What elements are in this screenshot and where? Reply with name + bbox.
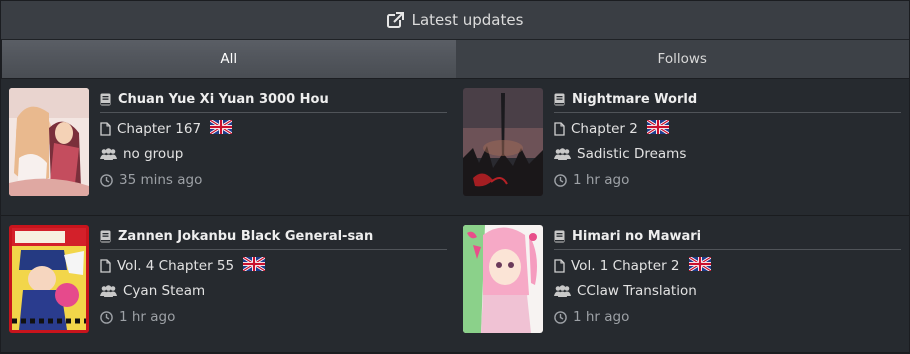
update-time: 1 hr ago (554, 309, 629, 325)
update-time: 35 mins ago (100, 172, 202, 188)
scanlation-group[interactable]: Cyan Steam (100, 283, 205, 299)
manga-title[interactable]: Zannen Jokanbu Black General-san (100, 224, 447, 250)
scanlation-group[interactable]: no group (100, 146, 183, 162)
uk-flag-icon (242, 255, 266, 275)
update-card: Chuan Yue Xi Yuan 3000 Hou Chapter 167 n… (1, 79, 447, 215)
panel-title: Latest updates (411, 11, 524, 29)
file-icon (554, 259, 565, 273)
chapter-text: Chapter 167 (117, 121, 202, 137)
manga-title[interactable]: Nightmare World (554, 87, 901, 113)
group-text: Sadistic Dreams (577, 146, 687, 162)
users-icon (554, 148, 571, 160)
manga-title-text: Himari no Mawari (572, 229, 702, 244)
chapter-link[interactable]: Chapter 2 (554, 118, 670, 138)
tab-all[interactable]: All (1, 40, 456, 78)
book-icon (554, 93, 565, 106)
manga-title[interactable]: Chuan Yue Xi Yuan 3000 Hou (100, 87, 447, 113)
file-icon (554, 122, 565, 136)
users-icon (100, 148, 117, 160)
time-text: 1 hr ago (573, 309, 630, 325)
group-text: no group (123, 146, 184, 162)
manga-cover[interactable] (9, 88, 89, 196)
update-time: 1 hr ago (554, 172, 629, 188)
book-icon (554, 230, 565, 243)
chapter-text: Vol. 4 Chapter 55 (117, 258, 235, 274)
uk-flag-icon (687, 255, 712, 275)
file-icon (100, 122, 111, 136)
scanlation-group[interactable]: Sadistic Dreams (554, 146, 686, 162)
manga-title-text: Chuan Yue Xi Yuan 3000 Hou (118, 92, 329, 107)
book-icon (100, 230, 111, 243)
chapter-text: Chapter 2 (571, 121, 638, 137)
update-card: Nightmare World Chapter 2 Sadistic Dream… (455, 79, 901, 215)
manga-title-text: Nightmare World (572, 92, 698, 107)
clock-icon (554, 310, 567, 324)
clock-icon (100, 173, 113, 187)
manga-cover[interactable] (463, 225, 543, 333)
manga-cover[interactable] (9, 225, 89, 333)
chapter-link[interactable]: Vol. 1 Chapter 2 (554, 255, 712, 275)
manga-title-text: Zannen Jokanbu Black General-san (118, 229, 374, 244)
panel-header: Latest updates (1, 1, 909, 40)
uk-flag-icon (646, 118, 670, 138)
tab-follows[interactable]: Follows (455, 40, 909, 78)
group-text: CClaw Translation (577, 283, 697, 299)
manga-title[interactable]: Himari no Mawari (554, 224, 901, 250)
manga-cover[interactable] (463, 88, 543, 196)
chapter-text: Vol. 1 Chapter 2 (571, 258, 680, 274)
clock-icon (100, 310, 113, 324)
users-icon (554, 285, 571, 297)
scanlation-group[interactable]: CClaw Translation (554, 283, 697, 299)
time-text: 1 hr ago (119, 309, 176, 325)
latest-updates-panel: Latest updates All Follows Chuan Yue Xi … (0, 0, 910, 354)
time-text: 1 hr ago (573, 172, 630, 188)
time-text: 35 mins ago (119, 172, 203, 188)
clock-icon (554, 173, 567, 187)
book-icon (100, 93, 111, 106)
external-link-icon (386, 12, 404, 28)
update-card: Zannen Jokanbu Black General-san Vol. 4 … (1, 216, 447, 352)
update-tabs: All Follows (1, 40, 909, 79)
row-divider (1, 352, 909, 353)
update-time: 1 hr ago (100, 309, 175, 325)
update-card: Himari no Mawari Vol. 1 Chapter 2 CClaw … (455, 216, 901, 352)
users-icon (100, 285, 117, 297)
chapter-link[interactable]: Vol. 4 Chapter 55 (100, 255, 266, 275)
file-icon (100, 259, 111, 273)
chapter-link[interactable]: Chapter 167 (100, 118, 233, 138)
uk-flag-icon (209, 118, 233, 138)
group-text: Cyan Steam (123, 283, 206, 299)
